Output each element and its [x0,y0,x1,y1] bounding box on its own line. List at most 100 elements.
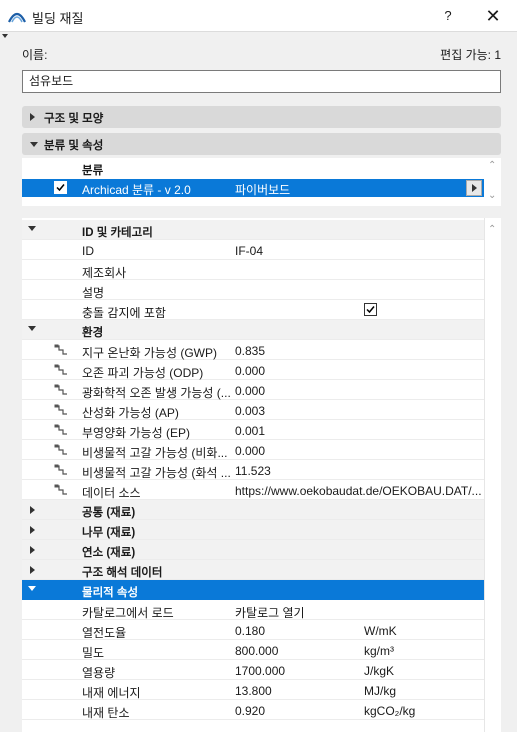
property-value[interactable]: 800.000 [235,644,278,658]
group-label: 연소 (재료) [82,547,136,559]
link-icon [54,404,67,415]
property-row[interactable]: ID IF-04 [22,240,484,260]
group-label: ID 및 카테고리 [82,227,153,239]
property-value[interactable]: 0.920 [235,704,265,718]
property-name: ID [82,244,94,258]
group-environment[interactable]: 환경 [22,320,484,340]
property-value[interactable]: 카탈로그 열기 [235,604,305,621]
collision-checkbox[interactable] [364,303,377,316]
property-row[interactable]: 내재 에너지 13.800 MJ/kg [22,680,484,700]
property-value[interactable]: 11.523 [235,464,271,478]
group-collapsed[interactable]: 나무 (재료) [22,520,484,540]
close-button[interactable]: ✕ [480,5,506,27]
scroll-up-icon[interactable]: ⌃ [488,224,496,235]
property-value[interactable]: IF-04 [235,244,263,258]
property-value[interactable]: 0.000 [235,384,265,398]
property-name: 광화학적 오존 발생 가능성 (... [82,386,231,400]
group-collapsed[interactable]: 공통 (재료) [22,500,484,520]
property-name: 열전도율 [82,626,127,640]
title-bar: 빌딩 재질 ? ✕ [0,0,517,32]
link-icon [54,484,68,496]
archicad-logo-icon [8,12,26,23]
property-name: 비생물적 고갈 가능성 (비화... [82,446,228,460]
property-unit: MJ/kg [364,684,397,698]
name-input[interactable]: 섬유보드 [22,70,501,93]
property-value[interactable]: 0.003 [235,404,265,418]
property-row[interactable]: 산성화 가능성 (AP) 0.003 [22,400,484,420]
property-name: 내재 탄소 [82,706,130,720]
checkmark-icon [366,306,375,314]
expand-arrow-icon [30,506,35,514]
collapse-arrow-icon [28,586,36,591]
link-icon [54,444,67,455]
property-row[interactable]: 오존 파괴 가능성 (ODP) 0.000 [22,360,484,380]
property-row[interactable]: 부영양화 가능성 (EP) 0.001 [22,420,484,440]
checkmark-icon [56,184,65,192]
property-row[interactable]: 비생물적 고갈 가능성 (비화... 0.000 [22,440,484,460]
link-icon [54,384,67,395]
collapse-arrow-icon [28,226,36,231]
property-row[interactable]: 제조회사 [22,260,484,280]
classification-picker-button[interactable] [466,180,482,196]
property-row[interactable]: 충돌 감지에 포함 [22,300,484,320]
help-button[interactable]: ? [436,5,460,27]
link-icon [54,344,68,356]
link-icon [54,424,68,436]
property-value[interactable]: 0.001 [235,424,265,438]
scroll-down-icon[interactable]: ⌄ [488,190,496,201]
link-icon [54,364,68,376]
expand-arrow-icon [30,113,35,121]
property-name: 제조회사 [82,266,127,280]
property-name: 열용량 [82,666,116,680]
property-row[interactable]: 데이터 소스 https://www.oekobaudat.de/OEKOBAU.… [22,480,484,500]
property-name: 비생물적 고갈 가능성 (화석 ... [82,466,231,480]
classification-header: 분류 [82,165,104,177]
property-name: 밀도 [82,646,105,660]
property-row[interactable]: 광화학적 오존 발생 가능성 (... 0.000 [22,380,484,400]
property-name: 설명 [82,286,105,300]
properties-panel: ⌃ ID 및 카테고리 ID IF-04 제조회사 설명 충돌 감지에 포함 환… [22,218,501,732]
property-row[interactable]: 열전도율 0.180 W/mK [22,620,484,640]
property-row[interactable]: 카탈로그에서 로드 카탈로그 열기 [22,600,484,620]
property-value[interactable]: 0.000 [235,444,265,458]
property-value[interactable]: https://www.oekobaudat.de/OEKOBAU.DAT/..… [235,484,482,498]
group-physical-properties[interactable]: 물리적 속성 [22,580,484,600]
property-name: 오존 파괴 가능성 (ODP) [82,366,204,380]
dock-marker-icon [2,34,8,38]
property-row[interactable]: 내재 탄소 0.920 kgCO₂/kg [22,700,484,720]
link-icon [54,384,68,396]
window-title: 빌딩 재질 [32,11,84,26]
expand-arrow-icon [30,546,35,554]
property-value[interactable]: 0.835 [235,344,265,358]
name-label: 이름: [22,48,48,62]
classification-checkbox[interactable] [54,181,67,194]
section-structure-appearance[interactable]: 구조 및 모양 [22,106,501,128]
property-value[interactable]: 1700.000 [235,664,285,678]
scrollbar-track[interactable] [484,218,485,732]
group-collapsed[interactable]: 구조 해석 데이터 [22,560,484,580]
property-name: 지구 온난화 가능성 (GWP) [82,346,217,360]
property-value[interactable]: 13.800 [235,684,272,698]
property-row[interactable]: 열용량 1700.000 J/kgK [22,660,484,680]
property-name: 데이터 소스 [82,486,141,500]
link-icon [54,364,67,375]
collapse-arrow-icon [30,142,38,147]
property-row[interactable]: 지구 온난화 가능성 (GWP) 0.835 [22,340,484,360]
property-row[interactable]: 밀도 800.000 kg/m³ [22,640,484,660]
scroll-up-icon[interactable]: ⌃ [488,160,496,171]
group-collapsed[interactable]: 연소 (재료) [22,540,484,560]
property-value[interactable]: 0.000 [235,364,265,378]
property-name: 카탈로그에서 로드 [82,606,174,620]
classification-name: Archicad 분류 - v 2.0 [82,183,191,197]
group-id-category[interactable]: ID 및 카테고리 [22,220,484,240]
link-icon [54,404,68,416]
expand-arrow-icon [30,566,35,574]
section-classification-properties[interactable]: 분류 및 속성 [22,133,501,155]
classification-row[interactable]: Archicad 분류 - v 2.0 파이버보드 [22,179,484,197]
property-row[interactable]: 비생물적 고갈 가능성 (화석 ... 11.523 [22,460,484,480]
property-row[interactable]: 설명 [22,280,484,300]
classification-value[interactable]: 파이버보드 [235,181,290,198]
property-value[interactable]: 0.180 [235,624,265,638]
link-icon [54,464,67,475]
group-label: 나무 (재료) [82,527,136,539]
